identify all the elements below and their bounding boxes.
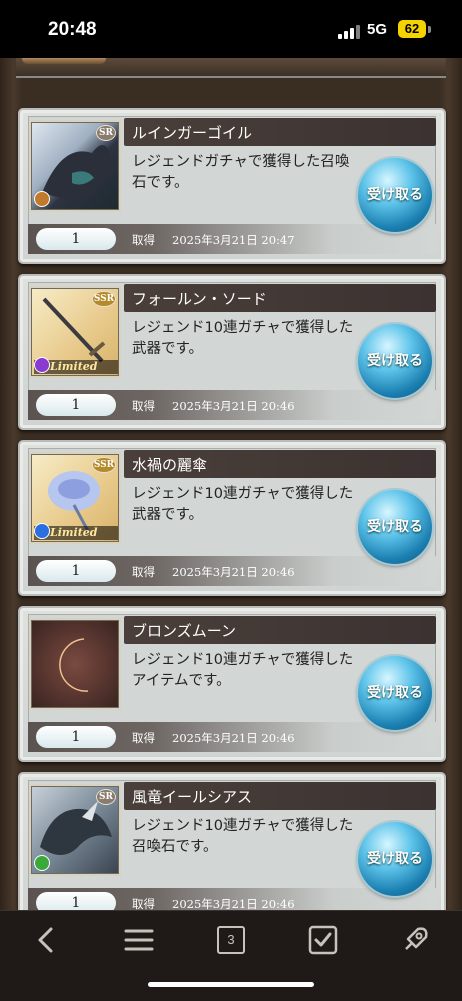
item-count: 1 bbox=[36, 228, 116, 250]
item-thumbnail bbox=[31, 620, 119, 708]
item-count: 1 bbox=[36, 892, 116, 910]
item-description: レジェンドガチャで獲得した召喚石です。 bbox=[132, 154, 350, 191]
tabs-button[interactable]: 3 bbox=[214, 923, 248, 957]
acquired-label: 取得 bbox=[132, 731, 155, 745]
item-description: レジェンド10連ガチャで獲得した武器です。 bbox=[132, 486, 354, 523]
gift-card: ブロンズムーン レジェンド10連ガチャで獲得したアイテムです。 1 取得 202… bbox=[18, 606, 446, 762]
receive-button[interactable]: 受け取る bbox=[358, 490, 432, 564]
element-icon bbox=[34, 191, 50, 207]
element-icon bbox=[34, 855, 50, 871]
status-bar: 20:48 5G 62 bbox=[0, 0, 462, 58]
item-name: ブロンズムーン bbox=[132, 622, 236, 640]
acquired-time: 2025年3月21日 20:46 bbox=[172, 399, 295, 413]
gift-card: SSR Limited 水禍の麗傘 レジェンド10連ガチャで獲得した武器です。 … bbox=[18, 440, 446, 596]
bronze-moon-icon bbox=[59, 638, 89, 692]
receive-button[interactable]: 受け取る bbox=[358, 158, 432, 232]
tab-count: 3 bbox=[217, 926, 245, 954]
acquired-label: 取得 bbox=[132, 565, 155, 579]
item-thumbnail: SSR Limited bbox=[31, 454, 119, 542]
acquired-time: 2025年3月21日 20:46 bbox=[172, 565, 295, 579]
item-thumbnail: SR bbox=[31, 122, 119, 210]
element-icon bbox=[34, 523, 50, 539]
item-thumbnail: SR bbox=[31, 786, 119, 874]
status-time: 20:48 bbox=[48, 19, 97, 40]
rarity-badge: SR bbox=[96, 789, 116, 805]
bottom-navigation: 3 bbox=[0, 910, 462, 1001]
acquired-time: 2025年3月21日 20:47 bbox=[172, 233, 295, 247]
item-name: フォールン・ソード bbox=[132, 290, 267, 308]
battery-icon: 62 bbox=[398, 20, 426, 38]
item-description: レジェンド10連ガチャで獲得した召喚石です。 bbox=[132, 818, 354, 855]
item-count: 1 bbox=[36, 394, 116, 416]
element-icon bbox=[34, 357, 50, 373]
checklist-icon[interactable] bbox=[306, 923, 340, 957]
item-name: 風竜イールシアス bbox=[132, 788, 253, 806]
receive-button[interactable]: 受け取る bbox=[358, 822, 432, 896]
gift-list: SR ルインガーゴイル レジェンドガチャで獲得した召喚石です。 1 取得 202… bbox=[0, 58, 462, 910]
gift-card: SR 風竜イールシアス レジェンド10連ガチャで獲得した召喚石です。 1 取得 … bbox=[18, 772, 446, 910]
acquired-time: 2025年3月21日 20:46 bbox=[172, 897, 295, 910]
network-label: 5G bbox=[367, 21, 388, 38]
item-description: レジェンド10連ガチャで獲得した武器です。 bbox=[132, 320, 354, 357]
gift-card: SSR Limited フォールン・ソード レジェンド10連ガチャで獲得した武器… bbox=[18, 274, 446, 430]
item-thumbnail: SSR Limited bbox=[31, 288, 119, 376]
item-count: 1 bbox=[36, 560, 116, 582]
item-name: ルインガーゴイル bbox=[132, 124, 253, 142]
acquired-label: 取得 bbox=[132, 399, 155, 413]
home-indicator bbox=[148, 982, 314, 987]
back-icon[interactable] bbox=[30, 923, 64, 957]
acquired-time: 2025年3月21日 20:46 bbox=[172, 731, 295, 745]
rarity-badge: SSR bbox=[92, 291, 116, 307]
item-count: 1 bbox=[36, 726, 116, 748]
rarity-badge: SR bbox=[96, 125, 116, 141]
menu-icon[interactable] bbox=[122, 923, 156, 957]
receive-button[interactable]: 受け取る bbox=[358, 324, 432, 398]
item-name: 水禍の麗傘 bbox=[132, 456, 208, 474]
gift-card: SR ルインガーゴイル レジェンドガチャで獲得した召喚石です。 1 取得 202… bbox=[18, 108, 446, 264]
signal-icon bbox=[338, 25, 360, 39]
rarity-badge: SSR bbox=[92, 457, 116, 473]
item-description: レジェンド10連ガチャで獲得したアイテムです。 bbox=[132, 652, 354, 689]
acquired-label: 取得 bbox=[132, 233, 155, 247]
receive-button[interactable]: 受け取る bbox=[358, 656, 432, 730]
acquired-label: 取得 bbox=[132, 897, 155, 910]
rocket-icon[interactable] bbox=[398, 923, 432, 957]
